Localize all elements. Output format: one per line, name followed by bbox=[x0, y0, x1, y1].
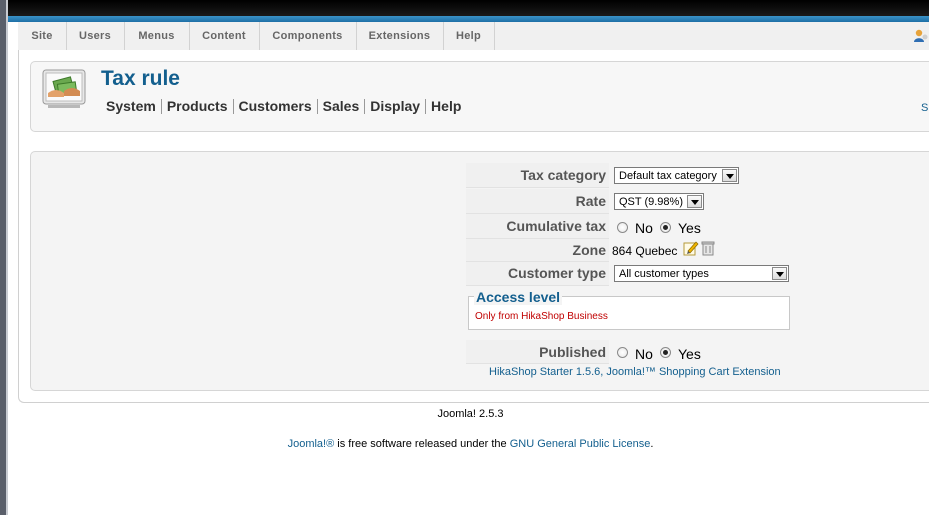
license-text: is free software released under the bbox=[334, 438, 510, 450]
menu-components[interactable]: Components bbox=[259, 22, 357, 50]
customer-type-value: All customer types bbox=[619, 268, 709, 280]
license-end: . bbox=[650, 438, 654, 450]
published-yes-label[interactable]: Yes bbox=[678, 346, 701, 362]
tax-category-value: Default tax category bbox=[619, 170, 717, 182]
joomla-link[interactable]: Joomla!® bbox=[288, 438, 335, 450]
trash-icon[interactable] bbox=[701, 240, 715, 256]
rate-select[interactable]: QST (9.98%) bbox=[614, 193, 704, 210]
menu-users[interactable]: Users bbox=[66, 22, 125, 50]
published-no-label[interactable]: No bbox=[635, 346, 653, 362]
published-label-cell: Published bbox=[466, 340, 609, 364]
published-label: Published bbox=[539, 344, 606, 360]
access-level-note: Only from HikaShop Business bbox=[475, 311, 608, 322]
tax-category-label: Tax category bbox=[520, 167, 606, 183]
admin-top-bar bbox=[8, 0, 929, 16]
zone-label-cell: Zone bbox=[466, 239, 609, 262]
admin-menu-bar: Site Users Menus Content Components Exte… bbox=[18, 22, 929, 51]
submenu-products[interactable]: Products bbox=[162, 99, 234, 114]
license-notice: Joomla!® is free software released under… bbox=[0, 438, 929, 450]
menu-menus[interactable]: Menus bbox=[124, 22, 190, 50]
zone-label: Zone bbox=[572, 242, 606, 258]
tax-category-label-cell: Tax category bbox=[466, 163, 609, 188]
submenu-sales[interactable]: Sales bbox=[318, 99, 366, 114]
rate-label-cell: Rate bbox=[466, 189, 609, 214]
submenu-system[interactable]: System bbox=[106, 99, 162, 114]
chevron-down-icon bbox=[772, 267, 787, 280]
chevron-down-icon bbox=[687, 195, 702, 208]
cumulative-tax-label: Cumulative tax bbox=[506, 218, 606, 234]
cumulative-tax-yes-radio[interactable] bbox=[660, 222, 671, 233]
joomla-version: Joomla! 2.5.3 bbox=[437, 408, 504, 420]
zone-value: 864 Quebec bbox=[612, 244, 678, 258]
customer-type-select[interactable]: All customer types bbox=[614, 265, 789, 282]
component-submenu: System Products Customers Sales Display Help bbox=[106, 98, 466, 116]
access-level-legend: Access level bbox=[474, 289, 563, 305]
rate-value: QST (9.98%) bbox=[619, 196, 683, 208]
submenu-customers[interactable]: Customers bbox=[234, 99, 318, 114]
toolbar-right-link[interactable]: S bbox=[921, 102, 928, 114]
user-icon[interactable] bbox=[913, 28, 929, 44]
menu-site[interactable]: Site bbox=[18, 22, 67, 50]
published-yes-radio[interactable] bbox=[660, 347, 671, 358]
edit-icon[interactable] bbox=[683, 240, 699, 256]
customer-type-label: Customer type bbox=[507, 265, 606, 281]
cumulative-tax-label-cell: Cumulative tax bbox=[466, 214, 609, 239]
published-no-radio[interactable] bbox=[617, 347, 628, 358]
cumulative-tax-no-label[interactable]: No bbox=[635, 220, 653, 236]
rate-label: Rate bbox=[575, 193, 606, 209]
gpl-link[interactable]: GNU General Public License bbox=[510, 438, 651, 450]
submenu-help[interactable]: Help bbox=[426, 99, 466, 114]
tax-rule-icon bbox=[42, 69, 86, 108]
menu-content[interactable]: Content bbox=[189, 22, 260, 50]
hikashop-credit-link[interactable]: HikaShop Starter 1.5.6, Joomla!™ Shoppin… bbox=[489, 366, 781, 378]
tax-category-select[interactable]: Default tax category bbox=[614, 167, 739, 184]
cumulative-tax-yes-label[interactable]: Yes bbox=[678, 220, 701, 236]
page-title: Tax rule bbox=[101, 67, 180, 90]
customer-type-label-cell: Customer type bbox=[466, 262, 609, 286]
chevron-down-icon bbox=[722, 169, 737, 182]
cumulative-tax-no-radio[interactable] bbox=[617, 222, 628, 233]
menu-extensions[interactable]: Extensions bbox=[356, 22, 444, 50]
submenu-display[interactable]: Display bbox=[365, 99, 427, 114]
menu-help[interactable]: Help bbox=[443, 22, 495, 50]
